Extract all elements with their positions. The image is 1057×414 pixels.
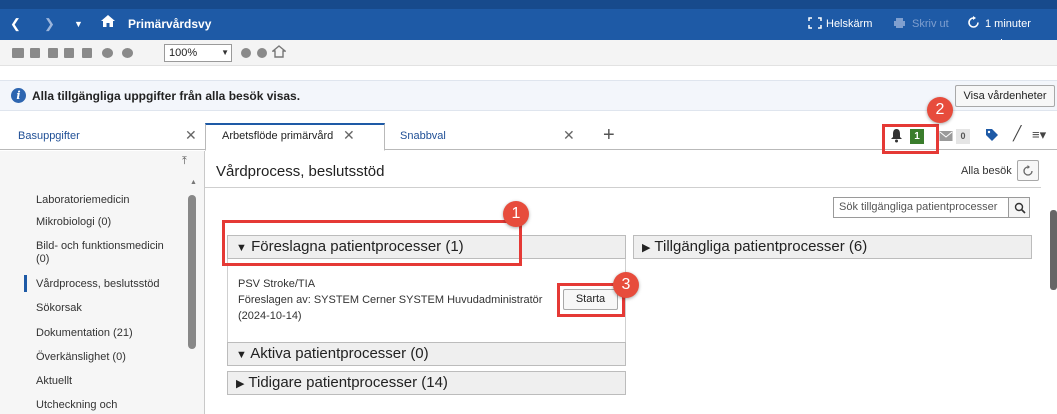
info-bar: i Alla tillgängliga uppgifter från alla … <box>0 80 1057 111</box>
sidebar-item-bild-funktionsmedicin[interactable]: Bild- och funktionsmedicin (0) <box>36 240 176 266</box>
tag-icon[interactable] <box>985 128 999 147</box>
forward-icon[interactable]: ❯ <box>44 14 55 34</box>
house-icon[interactable] <box>271 45 287 63</box>
search-button[interactable] <box>1008 197 1030 218</box>
available-processes-header[interactable]: ▶ Tillgängliga patientprocesser (6) <box>633 235 1032 259</box>
process-suggested-by: Föreslagen av: SYSTEM Cerner SYSTEM Huvu… <box>238 294 543 306</box>
active-processes-label: Aktiva patientprocesser (0) <box>250 345 429 362</box>
all-visits-label: Alla besök <box>961 165 1012 177</box>
mail-icon[interactable] <box>939 129 953 147</box>
app-title: Primärvårdsvy <box>128 17 212 31</box>
annotation-marker-2: 2 <box>927 97 953 123</box>
caret-right-icon: ▶ <box>236 378 245 390</box>
document-icon[interactable] <box>30 48 40 58</box>
circle-icon[interactable] <box>241 48 251 58</box>
copy-icon[interactable] <box>48 48 58 58</box>
print-icon[interactable] <box>893 14 906 34</box>
previous-processes-label: Tidigare patientprocesser (14) <box>248 374 448 391</box>
tab-arbetsflode[interactable]: Arbetsflöde primärvård <box>222 130 333 142</box>
active-processes-header[interactable]: ▼ Aktiva patientprocesser (0) <box>227 342 626 366</box>
fullscreen-icon[interactable] <box>808 14 822 34</box>
sidebar-item-utcheckning[interactable]: Utcheckning och <box>36 399 117 412</box>
zoom-value: 100% <box>169 47 198 59</box>
annotation-marker-3: 3 <box>613 272 639 298</box>
home-icon[interactable] <box>100 14 116 34</box>
tab-snabbval[interactable]: Snabbval <box>400 130 446 142</box>
page-title: Vårdprocess, beslutsstöd <box>216 163 385 180</box>
message-count-badge[interactable]: 0 <box>956 129 970 144</box>
sidebar-item-sokorsak[interactable]: Sökorsak <box>36 302 82 315</box>
refresh-visits-button[interactable] <box>1017 160 1039 181</box>
menu-icon[interactable]: ≡▾ <box>1032 127 1046 143</box>
info-icon: i <box>11 88 26 103</box>
sidebar-active-indicator <box>24 275 27 292</box>
circle-icon[interactable] <box>257 48 267 58</box>
close-icon[interactable]: ✕ <box>563 127 575 144</box>
main-scrollbar[interactable] <box>1050 210 1057 290</box>
process-search-input[interactable]: Sök tillgängliga patientprocesser <box>833 197 1009 218</box>
paste-icon[interactable] <box>64 48 74 58</box>
top-bar-row: ❮ ❯ ▼ Primärvårdsvy Helskärm Skriv ut 1 … <box>0 14 1057 50</box>
zoom-select[interactable]: 100% ▼ <box>164 44 232 62</box>
annotation-box-1 <box>222 220 522 266</box>
fullscreen-button[interactable]: Helskärm <box>826 14 872 34</box>
add-tab-icon[interactable]: + <box>603 124 615 147</box>
pin-icon[interactable]: ⤒ <box>182 155 187 168</box>
binoculars-icon[interactable] <box>12 48 24 58</box>
process-name: PSV Stroke/TIA <box>238 278 316 290</box>
close-icon[interactable]: ✕ <box>185 127 197 144</box>
refresh-icon[interactable] <box>967 14 980 34</box>
sidebar-item-dokumentation[interactable]: Dokumentation (21) <box>36 327 133 340</box>
sidebar-item-aktuellt[interactable]: Aktuellt <box>36 375 72 388</box>
sidebar-scrollbar[interactable] <box>188 195 196 349</box>
dropdown-icon[interactable]: ▼ <box>74 14 83 34</box>
slash-icon: ╱ <box>1013 125 1022 141</box>
show-care-units-button[interactable]: Visa vårdenheter <box>955 85 1055 107</box>
top-bar: ❮ ❯ ▼ Primärvårdsvy Helskärm Skriv ut 1 … <box>0 0 1057 50</box>
sidebar-item-mikrobiologi[interactable]: Mikrobiologi (0) <box>36 216 111 229</box>
annotation-box-2 <box>882 124 939 154</box>
process-date: (2024-10-14) <box>238 310 302 322</box>
sidebar-item-laboratoriemedicin[interactable]: Laboratoriemedicin <box>36 194 130 207</box>
sidebar-item-vardprocess[interactable]: Vårdprocess, beslutsstöd <box>36 278 160 291</box>
back-icon[interactable]: ❮ <box>10 14 21 34</box>
close-icon[interactable]: ✕ <box>343 127 355 144</box>
print-button[interactable]: Skriv ut <box>912 14 949 34</box>
available-processes-label: Tillgängliga patientprocesser (6) <box>654 238 868 255</box>
caret-down-icon: ▼ <box>236 349 247 361</box>
zoom-in-icon[interactable] <box>122 48 133 58</box>
sidebar-item-overkanslighet[interactable]: Överkänslighet (0) <box>36 351 126 364</box>
chevron-down-icon: ▼ <box>221 48 229 57</box>
previous-processes-header[interactable]: ▶ Tidigare patientprocesser (14) <box>227 371 626 395</box>
top-strip <box>0 0 1057 9</box>
caret-right-icon: ▶ <box>642 242 651 254</box>
zoom-out-icon[interactable] <box>102 48 113 58</box>
tab-basuppgifter[interactable]: Basuppgifter <box>18 130 80 142</box>
toolbar: 100% ▼ <box>0 40 1057 66</box>
edit-icon[interactable] <box>82 48 92 58</box>
annotation-marker-1: 1 <box>503 201 529 227</box>
title-divider <box>205 187 1041 188</box>
info-message: Alla tillgängliga uppgifter från alla be… <box>32 89 301 103</box>
scroll-up-icon[interactable]: ▲ <box>190 179 197 186</box>
